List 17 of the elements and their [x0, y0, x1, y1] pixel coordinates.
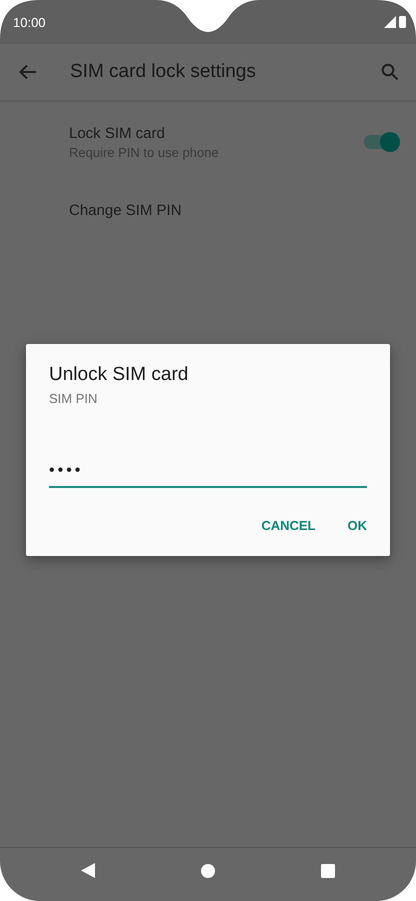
- pin-field[interactable]: ••••: [49, 462, 367, 488]
- search-icon[interactable]: [381, 63, 399, 81]
- toggle-switch[interactable]: [364, 135, 398, 149]
- recents-icon[interactable]: [321, 864, 335, 878]
- screen-title: SIM card lock settings: [70, 61, 257, 83]
- battery-icon: [399, 16, 406, 28]
- dialog-button[interactable]: CANCEL: [249, 510, 328, 541]
- back-icon[interactable]: [81, 863, 95, 878]
- back-arrow-icon[interactable]: [19, 64, 37, 80]
- setting-title[interactable]: Lock SIM card: [69, 124, 364, 142]
- setting-title[interactable]: Change SIM PIN: [69, 202, 398, 218]
- dialog-message: SIM PIN: [49, 391, 98, 406]
- home-icon[interactable]: [201, 864, 215, 878]
- clock: 10:00: [13, 14, 46, 30]
- dialog-button[interactable]: OK: [336, 510, 379, 541]
- signal-icon: [384, 16, 396, 28]
- dialog-title: Unlock SIM card: [49, 364, 190, 386]
